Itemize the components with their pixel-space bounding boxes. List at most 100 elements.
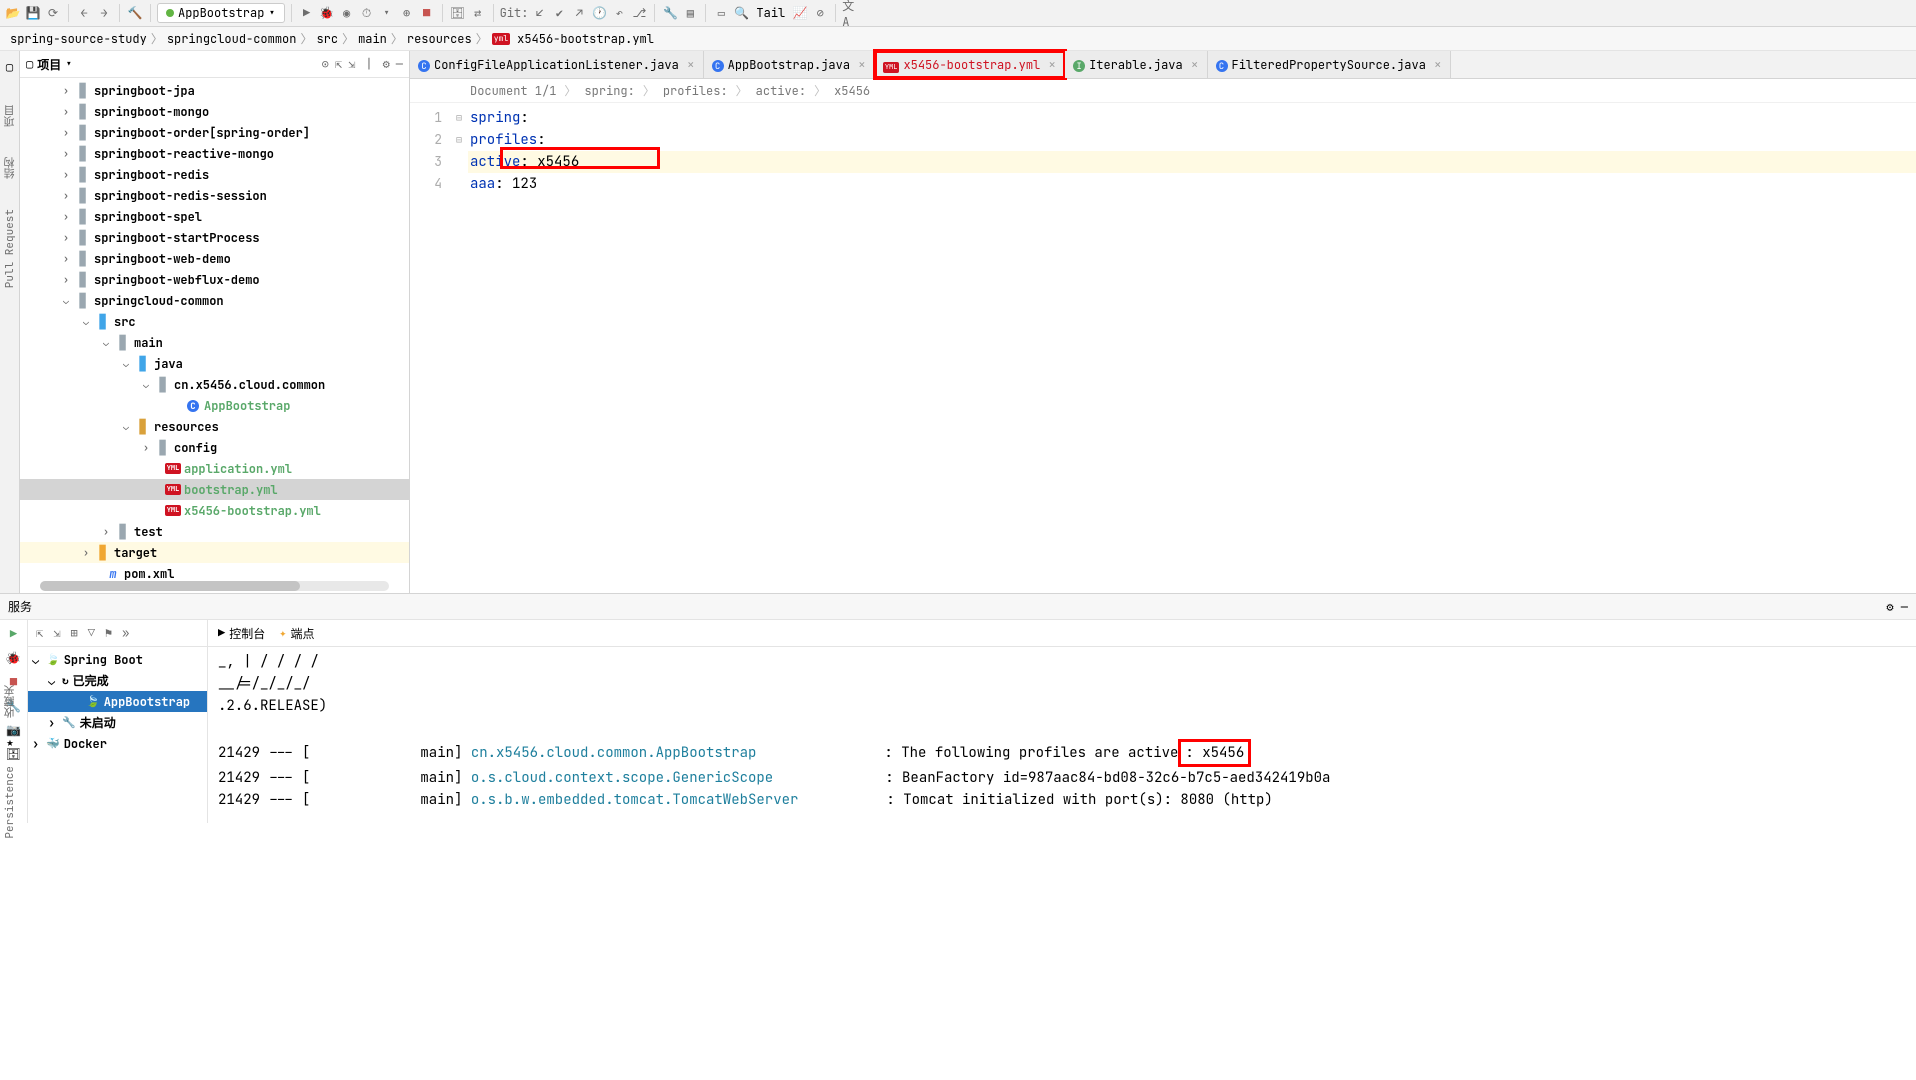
close-icon[interactable]: × bbox=[683, 56, 695, 73]
flag-icon[interactable]: ⚑ bbox=[105, 625, 112, 641]
project-panel-title: 项目 bbox=[37, 56, 61, 73]
debug-icon[interactable]: 🐞 bbox=[318, 4, 336, 22]
tree-item[interactable]: ›▉springboot-mongo bbox=[20, 101, 409, 122]
structure-icon[interactable]: ▤ bbox=[681, 4, 699, 22]
tree-item[interactable]: ›▉springboot-redis bbox=[20, 164, 409, 185]
run-icon[interactable]: ▶ bbox=[298, 4, 316, 22]
console-output[interactable]: _, | / / / /__/=/_/_/_/.2.6.RELEASE) 214… bbox=[208, 647, 1916, 823]
translate-icon[interactable]: 文A bbox=[842, 4, 860, 22]
coverage-icon[interactable]: ◉ bbox=[338, 4, 356, 22]
project-tool-icon[interactable]: ▢ bbox=[6, 59, 13, 75]
more-icon[interactable]: » bbox=[122, 625, 129, 641]
locate-icon[interactable]: ⊙ bbox=[322, 56, 329, 72]
star-icon[interactable]: ★ bbox=[6, 734, 13, 750]
tree-item[interactable]: ›▉springboot-jpa bbox=[20, 80, 409, 101]
chevron-down-icon[interactable]: ▾ bbox=[65, 56, 72, 72]
back-icon[interactable]: ← bbox=[75, 4, 93, 22]
service-item[interactable]: ›🐳Docker bbox=[28, 733, 207, 754]
close-icon[interactable]: × bbox=[854, 56, 866, 73]
db-icon[interactable]: 🗄 bbox=[449, 4, 467, 22]
git-history-icon[interactable]: 🕐 bbox=[590, 4, 608, 22]
tree-item[interactable]: ›▉springboot-web-demo bbox=[20, 248, 409, 269]
tab-endpoints[interactable]: ✦端点 bbox=[279, 625, 314, 642]
hide-icon[interactable]: — bbox=[396, 56, 403, 72]
heart-icon[interactable]: ♡ bbox=[6, 653, 13, 669]
tree-item[interactable]: ›▉target bbox=[20, 542, 409, 563]
service-item[interactable]: ⌄🍃Spring Boot bbox=[28, 649, 207, 670]
expand-icon[interactable]: ⇱ bbox=[335, 56, 342, 72]
tree-item[interactable]: ⌄▉main bbox=[20, 332, 409, 353]
editor-tab[interactable]: CConfigFileApplicationListener.java× bbox=[410, 51, 704, 78]
tab-console[interactable]: ▶控制台 bbox=[218, 625, 265, 642]
stop-icon[interactable]: ■ bbox=[418, 4, 436, 22]
collapse-all-icon[interactable]: ⇲ bbox=[53, 625, 60, 641]
tree-item[interactable]: ›▉springboot-startProcess bbox=[20, 227, 409, 248]
tree-item[interactable]: ›▉test bbox=[20, 521, 409, 542]
tree-item[interactable]: ⌄▉springcloud-common bbox=[20, 290, 409, 311]
git-commit-icon[interactable]: ✔ bbox=[550, 4, 568, 22]
tree-item[interactable]: ›▉springboot-order [spring-order] bbox=[20, 122, 409, 143]
tree-item[interactable]: ›▉springboot-redis-session bbox=[20, 185, 409, 206]
gutter-pullrequest[interactable]: Pull Request bbox=[3, 209, 17, 288]
tree-item[interactable]: ›▉springboot-reactive-mongo bbox=[20, 143, 409, 164]
tree-item[interactable]: ⌄▉resources bbox=[20, 416, 409, 437]
gutter-persistence[interactable]: Persistence bbox=[3, 766, 17, 839]
project-tree[interactable]: ›▉springboot-jpa›▉springboot-mongo›▉spri… bbox=[20, 78, 409, 593]
services-tree[interactable]: ⌄🍃Spring Boot⌄↻已完成🍃AppBootstrap›🔧未启动›🐳Do… bbox=[28, 647, 207, 756]
gear-icon[interactable]: ⚙ bbox=[383, 56, 390, 72]
gutter-favorites[interactable]: 收藏夹 bbox=[2, 685, 18, 718]
tree-item[interactable]: YMLapplication.yml bbox=[20, 458, 409, 479]
profile-icon[interactable]: ⏱ bbox=[358, 4, 376, 22]
wrench-icon[interactable]: 🔧 bbox=[661, 4, 679, 22]
close-icon[interactable]: × bbox=[1430, 56, 1442, 73]
gutter-project[interactable]: 项目 bbox=[2, 105, 18, 127]
hammer-icon[interactable]: 🔨 bbox=[126, 4, 144, 22]
dropdown-icon[interactable]: ▾ bbox=[378, 4, 396, 22]
editor-tab[interactable]: YMLx5456-bootstrap.yml× bbox=[875, 51, 1065, 78]
git-pull-icon[interactable]: ↙ bbox=[530, 4, 548, 22]
editor-tabs: CConfigFileApplicationListener.java×CApp… bbox=[410, 51, 1916, 79]
tree-item[interactable]: YMLx5456-bootstrap.yml bbox=[20, 500, 409, 521]
forward-icon[interactable]: → bbox=[95, 4, 113, 22]
filter-icon[interactable]: ▽ bbox=[88, 625, 95, 641]
tree-item[interactable]: ›▉springboot-spel bbox=[20, 206, 409, 227]
editor-tab[interactable]: CFilteredPropertySource.java× bbox=[1208, 51, 1451, 78]
chart-icon[interactable]: 📈 bbox=[791, 4, 809, 22]
tree-item[interactable]: ⌄▉java bbox=[20, 353, 409, 374]
tree-item[interactable]: ⌄▉cn.x5456.cloud.common bbox=[20, 374, 409, 395]
refresh-icon[interactable]: ⟳ bbox=[44, 4, 62, 22]
git-push-icon[interactable]: ↗ bbox=[570, 4, 588, 22]
chevron-down-icon: ▾ bbox=[268, 5, 275, 21]
window-icon[interactable]: ▭ bbox=[712, 4, 730, 22]
dot-icon bbox=[166, 9, 174, 17]
close-icon[interactable]: × bbox=[1187, 56, 1199, 73]
tree-item[interactable]: YMLbootstrap.yml bbox=[20, 479, 409, 500]
hide-icon[interactable]: — bbox=[1901, 599, 1908, 615]
no-entry-icon[interactable]: ⊘ bbox=[811, 4, 829, 22]
collapse-icon[interactable]: ⇲ bbox=[348, 56, 355, 72]
tree-item[interactable]: ⌄▉src bbox=[20, 311, 409, 332]
gutter-structure[interactable]: 结构 bbox=[2, 157, 18, 179]
grid-icon[interactable]: ⊞ bbox=[70, 625, 77, 641]
tree-item[interactable]: CAppBootstrap bbox=[20, 395, 409, 416]
expand-all-icon[interactable]: ⇱ bbox=[36, 625, 43, 641]
attach-icon[interactable]: ⊕ bbox=[398, 4, 416, 22]
code-area[interactable]: spring: profiles: active: x5456aaa: 123 bbox=[468, 103, 1916, 593]
editor-tab[interactable]: CAppBootstrap.java× bbox=[704, 51, 875, 78]
sync-icon[interactable]: ⇄ bbox=[469, 4, 487, 22]
run-config-selector[interactable]: AppBootstrap ▾ bbox=[157, 3, 285, 23]
services-panel: 服务 ⚙ — ▶ 🐞 ■ 🔧 📷 🗄 ⇱ ⇲ ⊞ ▽ ⚑ » ⌄🍃Spring … bbox=[0, 593, 1916, 823]
save-icon[interactable]: 💾 bbox=[24, 4, 42, 22]
service-item[interactable]: ⌄↻已完成 bbox=[28, 670, 207, 691]
gear-icon[interactable]: ⚙ bbox=[1886, 599, 1893, 615]
search-icon[interactable]: 🔍 bbox=[732, 4, 750, 22]
git-branch-icon[interactable]: ⎇ bbox=[630, 4, 648, 22]
git-rollback-icon[interactable]: ↶ bbox=[610, 4, 628, 22]
tree-item[interactable]: ›▉springboot-webflux-demo bbox=[20, 269, 409, 290]
open-icon[interactable]: 📂 bbox=[4, 4, 22, 22]
close-icon[interactable]: × bbox=[1044, 56, 1056, 73]
tree-item[interactable]: ›▉config bbox=[20, 437, 409, 458]
service-item[interactable]: ›🔧未启动 bbox=[28, 712, 207, 733]
editor-tab[interactable]: IIterable.java× bbox=[1065, 51, 1207, 78]
service-item[interactable]: 🍃AppBootstrap bbox=[28, 691, 207, 712]
